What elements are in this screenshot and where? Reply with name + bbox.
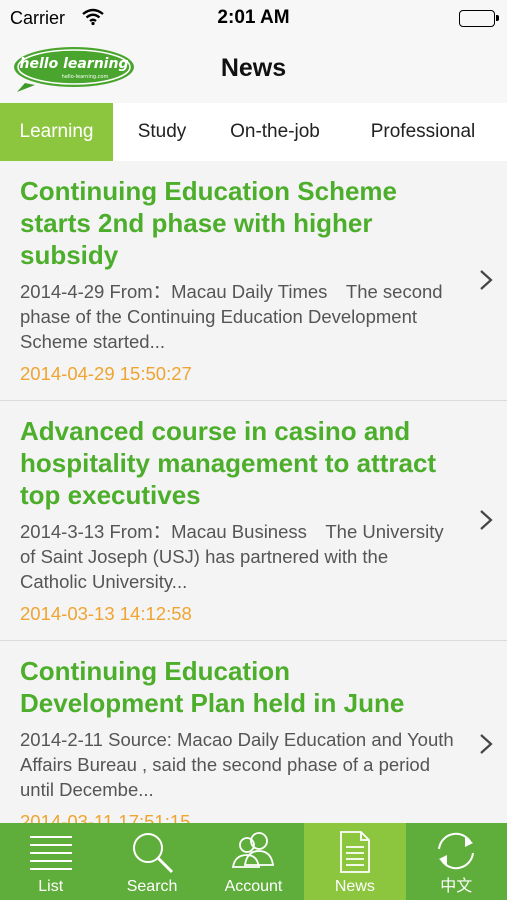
tabbar-news-label: News xyxy=(334,878,375,895)
tabbar-list[interactable]: List xyxy=(0,823,101,900)
refresh-language-icon xyxy=(438,832,475,870)
tabbar-search-label: Search xyxy=(126,878,178,895)
news-date: 2014-04-29 15:50:27 xyxy=(20,363,192,384)
account-icon xyxy=(232,832,275,868)
nav-header: hello learning hello-learning.com News xyxy=(0,36,507,103)
tab-on-the-job[interactable]: On-the-job xyxy=(211,103,339,161)
chevron-right-icon xyxy=(480,510,493,530)
list-icon xyxy=(29,836,72,870)
page-title: News xyxy=(220,54,287,82)
news-list-item[interactable]: Advanced course in casino and hospitalit… xyxy=(0,401,507,641)
bottom-tab-bar: List Search Account News 中文 xyxy=(0,823,507,900)
tabbar-account-label: Account xyxy=(224,878,283,895)
tabbar-search[interactable]: Search xyxy=(101,823,202,900)
news-list: Continuing Education Scheme starts 2nd p… xyxy=(0,161,507,823)
clock: 2:01 AM xyxy=(217,7,290,28)
chevron-right-icon xyxy=(480,270,493,290)
tabbar-language-label: 中文 xyxy=(440,878,473,895)
news-title: Continuing Education Scheme starts 2nd p… xyxy=(20,176,398,270)
news-summary: 2014-2-11 Source: Macao Daily Education … xyxy=(20,729,454,800)
news-icon xyxy=(339,831,370,873)
tab-learning[interactable]: Learning xyxy=(0,103,113,161)
category-tabs: Learning Study On-the-job Professional xyxy=(0,103,507,161)
status-bar: Carrier 2:01 AM xyxy=(0,0,507,36)
chevron-right-icon xyxy=(480,734,493,754)
tabbar-account[interactable]: Account xyxy=(203,823,304,900)
tabbar-news[interactable]: News xyxy=(304,823,406,900)
news-summary: 2014-4-29 From：Macau Daily Times The sec… xyxy=(20,281,443,352)
tab-professional[interactable]: Professional xyxy=(339,103,507,161)
news-date: 2014-03-11 17:51:15 xyxy=(20,811,191,823)
news-date: 2014-03-13 14:12:58 xyxy=(20,603,192,624)
search-icon xyxy=(133,833,174,874)
news-summary: 2014-3-13 From：Macau Business The Univer… xyxy=(20,521,444,592)
tabbar-list-label: List xyxy=(38,878,64,895)
news-list-item[interactable]: Continuing Education Scheme starts 2nd p… xyxy=(0,161,507,401)
tab-study[interactable]: Study xyxy=(113,103,211,161)
news-title: Continuing Education Development Plan he… xyxy=(20,656,405,718)
news-list-item[interactable]: Continuing Education Development Plan he… xyxy=(0,641,507,823)
news-title: Advanced course in casino and hospitalit… xyxy=(20,416,437,510)
tabbar-language[interactable]: 中文 xyxy=(406,823,507,900)
battery-icon xyxy=(459,10,499,27)
